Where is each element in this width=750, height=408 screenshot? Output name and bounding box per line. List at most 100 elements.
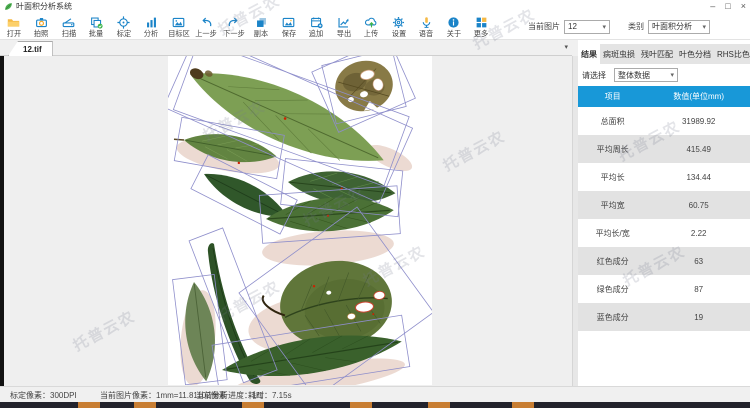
- export-button[interactable]: 导出: [330, 13, 358, 40]
- row-value: 134.44: [647, 163, 750, 191]
- results-panel-tabs: 结果 病斑虫损 残叶匹配 叶色分档 RHS比色卡: [578, 44, 750, 64]
- row-value: 87: [647, 275, 750, 303]
- chevron-down-icon: ▾: [702, 23, 706, 31]
- append-button[interactable]: 追加: [303, 13, 331, 40]
- document-tab-strip: 12.tif ▾: [0, 40, 572, 56]
- maximize-button[interactable]: □: [725, 0, 730, 13]
- taskbar-item: [242, 402, 264, 408]
- leaf-image[interactable]: [168, 56, 432, 385]
- taskbar-sliver: [0, 402, 750, 408]
- voice-button[interactable]: 语音: [413, 13, 441, 40]
- row-label: 绿色成分: [578, 275, 647, 303]
- target-area-image-icon: [172, 16, 185, 29]
- more-button[interactable]: 更多: [468, 13, 496, 40]
- tab-rhs-color-card[interactable]: RHS比色卡: [714, 44, 750, 64]
- category-label: 类别: [628, 21, 644, 32]
- status-elapsed-time: 耗时：7.15s: [248, 390, 292, 401]
- scanner-icon: [62, 16, 75, 29]
- previous-step-button[interactable]: 上一步: [193, 13, 221, 40]
- row-value: 415.49: [647, 135, 750, 163]
- batch-button[interactable]: 批量: [83, 13, 111, 40]
- voice-mic-icon: [420, 16, 433, 29]
- title-bar: 叶面积分析系统 – □ ×: [0, 0, 750, 13]
- chevron-down-icon: ▾: [602, 23, 606, 31]
- table-row: 红色成分63: [578, 247, 750, 275]
- category-select[interactable]: 叶面积分析 ▾: [648, 20, 710, 34]
- open-button[interactable]: 打开: [0, 13, 28, 40]
- analyze-chart-icon: [145, 16, 158, 29]
- copy-icon: [255, 16, 268, 29]
- results-panel: 结果 病斑虫损 残叶匹配 叶色分档 RHS比色卡 请选择 整体数据 ▾ 项目 数…: [578, 40, 750, 386]
- append-calendar-icon: [310, 16, 323, 29]
- data-scope-select[interactable]: 整体数据 ▾: [614, 68, 678, 82]
- canvas-left-edge: [0, 56, 4, 386]
- batch-copies-icon: [90, 16, 103, 29]
- camera-icon: [35, 16, 48, 29]
- settings-gear-icon: [392, 16, 405, 29]
- header-value: 数值(单位mm): [647, 86, 750, 107]
- row-label: 平均周长: [578, 135, 647, 163]
- table-row: 平均周长415.49: [578, 135, 750, 163]
- row-value: 2.22: [647, 219, 750, 247]
- upload-button[interactable]: 上传: [358, 13, 386, 40]
- current-image-value: 12: [568, 22, 577, 31]
- row-value: 19: [647, 303, 750, 331]
- calibrate-button[interactable]: 标定: [110, 13, 138, 40]
- status-calibration: 标定像素：300DPI: [10, 390, 77, 401]
- row-value: 60.75: [647, 191, 750, 219]
- status-bar: 标定像素：300DPI 当前图片像素：1mm=11.81102像素 当前分析进度…: [0, 386, 750, 402]
- table-row: 平均长/宽2.22: [578, 219, 750, 247]
- copy-button[interactable]: 副本: [248, 13, 276, 40]
- next-step-button[interactable]: 下一步: [220, 13, 248, 40]
- close-button[interactable]: ×: [741, 0, 746, 13]
- table-row: 蓝色成分19: [578, 303, 750, 331]
- save-button[interactable]: 保存: [275, 13, 303, 40]
- photo-button[interactable]: 拍照: [28, 13, 56, 40]
- undo-arrow-icon: [200, 16, 213, 29]
- row-label: 总面积: [578, 107, 647, 135]
- cloud-upload-icon: [365, 16, 378, 29]
- tab-results[interactable]: 结果: [578, 44, 600, 64]
- table-row: 绿色成分87: [578, 275, 750, 303]
- row-label: 红色成分: [578, 247, 647, 275]
- target-area-button[interactable]: 目标区: [165, 13, 193, 40]
- table-row: 平均长134.44: [578, 163, 750, 191]
- redo-arrow-icon: [227, 16, 240, 29]
- chevron-down-icon: ▾: [670, 71, 674, 79]
- results-header-row: 项目 数值(单位mm): [578, 86, 750, 107]
- tab-leaf-color-grading[interactable]: 叶色分档: [676, 44, 714, 64]
- scan-button[interactable]: 扫描: [55, 13, 83, 40]
- results-table: 项目 数值(单位mm) 总面积31989.92 平均周长415.49 平均长13…: [578, 86, 750, 331]
- about-info-icon: [447, 16, 460, 29]
- header-item: 项目: [578, 86, 647, 107]
- analyze-button[interactable]: 分析: [138, 13, 166, 40]
- current-image-select[interactable]: 12 ▾: [564, 20, 610, 34]
- row-label: 蓝色成分: [578, 303, 647, 331]
- more-grid-icon: [475, 16, 488, 29]
- tab-residual-leaf-match[interactable]: 残叶匹配: [638, 44, 676, 64]
- data-scope-row: 请选择 整体数据 ▾: [578, 64, 750, 86]
- tab-list-dropdown-icon[interactable]: ▾: [564, 43, 568, 51]
- minimize-button[interactable]: –: [710, 0, 715, 13]
- taskbar-item: [428, 402, 450, 408]
- table-row: 总面积31989.92: [578, 107, 750, 135]
- taskbar-item: [78, 402, 100, 408]
- category-value: 叶面积分析: [652, 21, 692, 32]
- table-row: 平均宽60.75: [578, 191, 750, 219]
- app-title: 叶面积分析系统: [16, 1, 72, 12]
- settings-button[interactable]: 设置: [385, 13, 413, 40]
- image-canvas[interactable]: [0, 56, 572, 386]
- window-controls: – □ ×: [710, 0, 746, 13]
- row-label: 平均宽: [578, 191, 647, 219]
- data-scope-value: 整体数据: [618, 70, 650, 81]
- about-button[interactable]: 关于: [440, 13, 468, 40]
- select-label: 请选择: [582, 70, 606, 81]
- toolbar-right: 当前图片 12 ▾ 类别 叶面积分析 ▾: [528, 13, 710, 40]
- row-label: 平均长: [578, 163, 647, 191]
- row-value: 63: [647, 247, 750, 275]
- calibrate-target-icon: [117, 16, 130, 29]
- document-tab[interactable]: 12.tif: [8, 41, 53, 56]
- tab-disease-damage[interactable]: 病斑虫损: [600, 44, 638, 64]
- row-value: 31989.92: [647, 107, 750, 135]
- save-image-icon: [282, 16, 295, 29]
